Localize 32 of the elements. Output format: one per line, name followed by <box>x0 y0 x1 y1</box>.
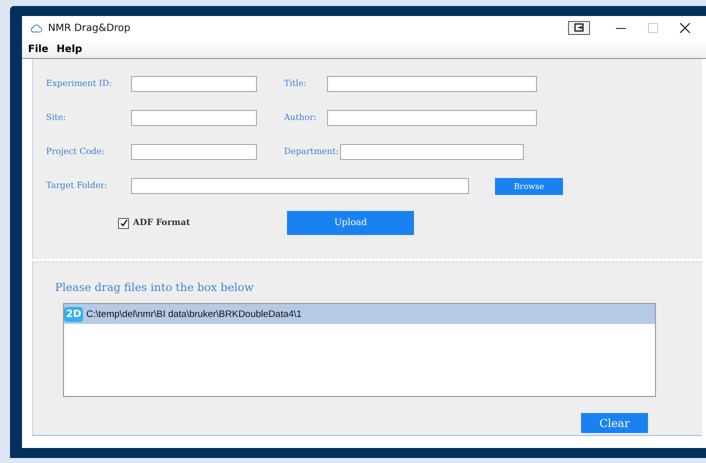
input-field[interactable] <box>327 110 537 126</box>
checkmark-icon <box>120 219 128 227</box>
field-label: Site: <box>46 113 67 123</box>
field-label: Experiment ID: <box>46 79 113 89</box>
field-label: Target Folder: <box>46 181 108 191</box>
window-restore-icon[interactable] <box>568 21 590 35</box>
field-label: Title: <box>284 79 308 89</box>
file-type-badge: 2D <box>64 306 84 322</box>
clear-button[interactable]: Clear <box>581 413 648 433</box>
field-label: Author: <box>284 113 318 123</box>
cloud-icon <box>30 23 42 33</box>
close-icon[interactable] <box>680 23 690 33</box>
input-field[interactable] <box>131 178 469 194</box>
drop-heading: Please drag files into the box below <box>55 281 255 294</box>
input-field[interactable] <box>131 76 257 92</box>
field-label: Project Code: <box>46 147 106 157</box>
maximize-icon[interactable] <box>648 23 658 33</box>
upload-button[interactable]: Upload <box>287 211 414 235</box>
input-field[interactable] <box>340 144 524 160</box>
checkbox[interactable] <box>118 218 129 228</box>
file-row[interactable]: 2D C:\temp\del\nmr\BI data\bruker\BRKDoubleData4\1 <box>64 304 655 324</box>
menu-item[interactable]: Help <box>56 44 82 54</box>
input-field[interactable] <box>131 110 257 126</box>
input-field[interactable] <box>131 144 257 160</box>
window-title: NMR Drag&Drop <box>48 22 130 34</box>
field-label: Department: <box>284 147 339 157</box>
browse-button[interactable]: Browse <box>495 178 563 194</box>
file-path: C:\temp\del\nmr\BI data\bruker\BRKDoubleData4\1 <box>86 308 302 320</box>
file-list[interactable]: 2D C:\temp\del\nmr\BI data\bruker\BRKDoubleData4\1 <box>63 303 656 397</box>
checkbox-label: ADF Format <box>133 218 190 228</box>
input-field[interactable] <box>327 76 537 92</box>
menu-item[interactable]: File <box>28 44 48 54</box>
